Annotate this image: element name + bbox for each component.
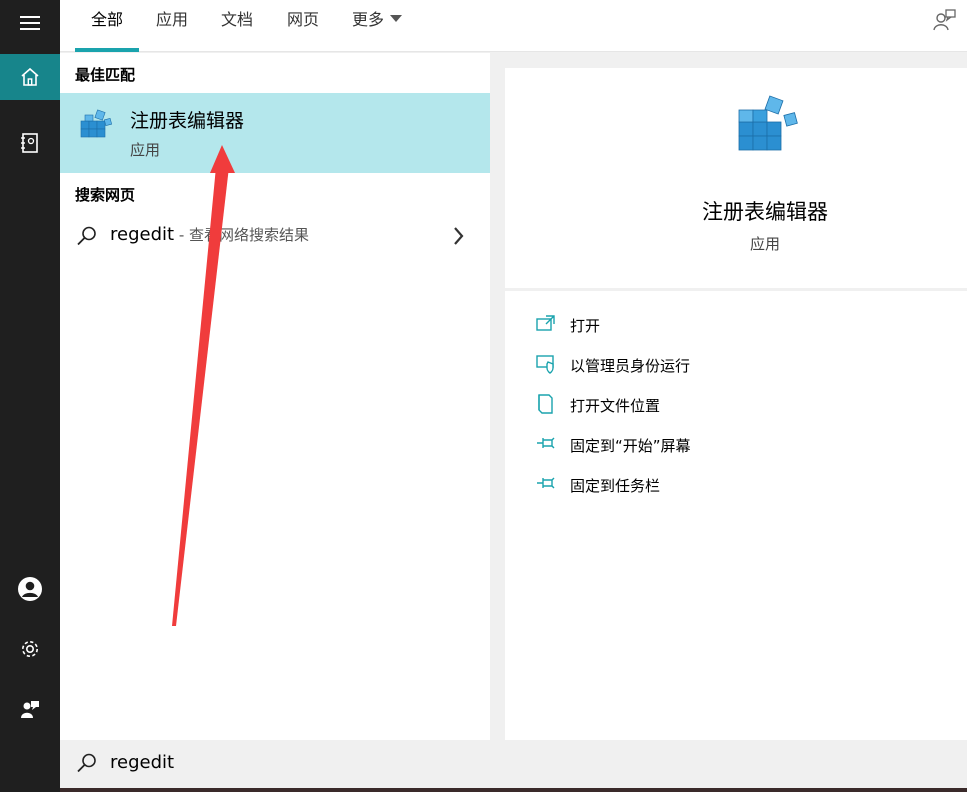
tab-apps[interactable]: 应用: [156, 0, 188, 52]
chevron-right-icon: [454, 227, 464, 245]
action-open-label: 打开: [570, 317, 601, 335]
best-match-item[interactable]: 注册表编辑器 应用: [60, 93, 490, 173]
feedback-person-icon: [21, 701, 39, 718]
home-button[interactable]: [0, 54, 60, 100]
settings-icon: [22, 641, 38, 657]
account-icon: [18, 577, 42, 601]
preview-actions: 打开 以管理员身份运行 打开文件位置 固定到“开始”屏幕 固定到任务栏: [505, 291, 967, 740]
feedback-person-button[interactable]: [0, 686, 60, 732]
pin-icon: [537, 477, 555, 489]
best-match-name: 注册表编辑器: [130, 110, 245, 132]
preview-header: 注册表编辑器 应用: [505, 68, 967, 288]
tab-apps-label: 应用: [156, 10, 189, 29]
pin-icon: [537, 437, 555, 449]
web-search-text: regedit - 查看网络搜索结果: [110, 224, 309, 245]
tab-web-label: 网页: [287, 10, 320, 29]
registry-editor-icon: [80, 109, 113, 138]
chevron-down-icon: [390, 15, 403, 22]
start-search-window: { "tabs": [ {"label": "全部", "active": tr…: [0, 0, 967, 792]
web-search-hint: - 查看网络搜索结果: [174, 226, 310, 244]
account-button[interactable]: [0, 566, 60, 612]
menu-icon: [20, 16, 40, 30]
filter-tabs: 全部 应用 文档 网页 更多: [60, 0, 967, 52]
web-search-item[interactable]: regedit - 查看网络搜索结果: [60, 219, 490, 255]
preview-app-name: 注册表编辑器: [702, 200, 828, 224]
open-icon: [536, 315, 555, 331]
results-pane: 最佳匹配 注册表编辑器 应用 搜索网页 regedit - 查看网络搜索结果: [60, 53, 490, 740]
search-box[interactable]: regedit: [60, 740, 967, 788]
action-pin-to-taskbar-label: 固定到任务栏: [570, 477, 661, 495]
action-pin-to-start-label: 固定到“开始”屏幕: [570, 437, 691, 455]
notebook-icon: [21, 133, 38, 153]
menu-button[interactable]: [0, 0, 60, 46]
left-rail: [0, 0, 60, 792]
search-input[interactable]: regedit: [110, 752, 174, 773]
taskbar-edge: [60, 788, 967, 792]
action-run-as-admin-label: 以管理员身份运行: [570, 357, 691, 375]
search-icon: [77, 753, 96, 773]
file-location-icon: [538, 394, 553, 414]
search-icon: [77, 226, 96, 246]
tab-documents[interactable]: 文档: [221, 0, 253, 52]
best-match-heading: 最佳匹配: [75, 66, 136, 84]
action-open-file-location-label: 打开文件位置: [570, 397, 661, 415]
active-tab-indicator: [75, 48, 139, 52]
settings-button[interactable]: [0, 626, 60, 672]
best-match-type: 应用: [130, 141, 161, 159]
tab-web[interactable]: 网页: [287, 0, 319, 52]
tab-more[interactable]: 更多: [352, 0, 403, 52]
tab-documents-label: 文档: [221, 10, 254, 29]
web-search-heading: 搜索网页: [75, 186, 136, 204]
preview-app-type: 应用: [749, 235, 780, 253]
feedback-icon: [933, 9, 956, 31]
notebook-button[interactable]: [0, 120, 60, 166]
registry-editor-large-icon: [738, 95, 798, 151]
feedback-button[interactable]: [933, 8, 959, 34]
home-icon: [21, 67, 39, 86]
web-search-query: regedit: [110, 224, 175, 245]
run-as-admin-icon: [536, 355, 554, 374]
tab-all-label: 全部: [91, 10, 124, 29]
tab-more-label: 更多: [352, 10, 385, 29]
tab-all[interactable]: 全部: [75, 0, 139, 52]
